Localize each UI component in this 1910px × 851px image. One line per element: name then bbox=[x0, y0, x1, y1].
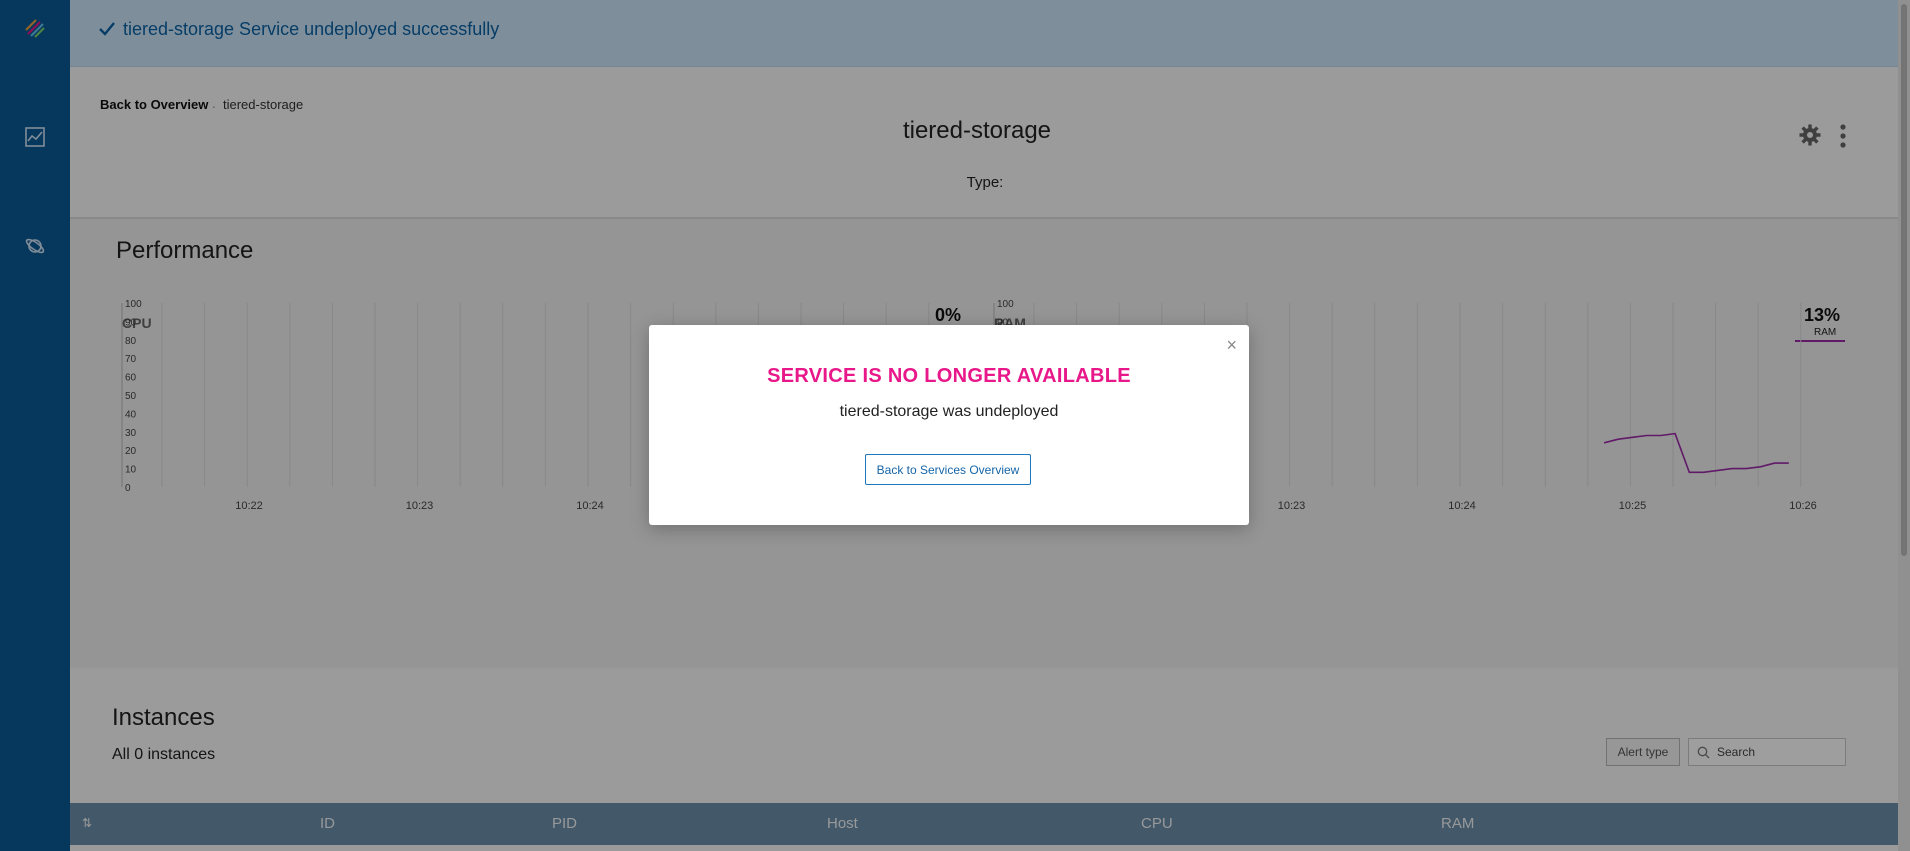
modal-message: tiered-storage was undeployed bbox=[839, 403, 1059, 420]
back-to-services-button[interactable]: Back to Services Overview bbox=[865, 454, 1031, 485]
close-icon[interactable]: × bbox=[1226, 335, 1237, 356]
service-unavailable-modal: × SERVICE IS NO LONGER AVAILABLE tiered-… bbox=[649, 325, 1249, 525]
modal-title: SERVICE IS NO LONGER AVAILABLE bbox=[767, 365, 1131, 387]
